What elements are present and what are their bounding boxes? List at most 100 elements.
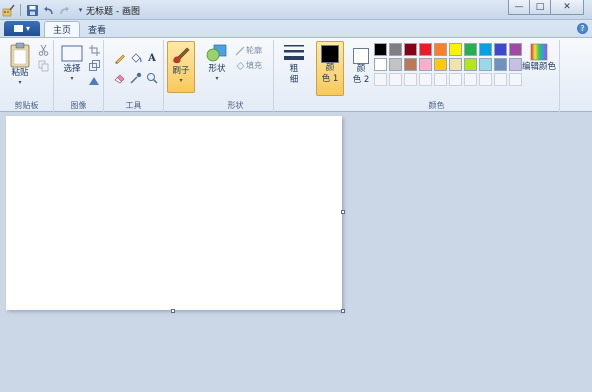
edit-colors-button[interactable]: 编辑颜色	[520, 42, 558, 73]
undo-icon[interactable]	[42, 4, 55, 17]
image-group-label: 图像	[70, 101, 87, 110]
qat-separator	[20, 4, 21, 16]
resize-icon[interactable]	[88, 59, 100, 71]
palette-swatch[interactable]	[464, 58, 477, 71]
palette-swatch[interactable]	[419, 58, 432, 71]
palette-swatch[interactable]	[479, 43, 492, 56]
palette-swatch[interactable]	[434, 58, 447, 71]
color-picker-icon[interactable]	[130, 72, 142, 84]
size-label-line2: 细	[289, 75, 299, 85]
outline-icon[interactable]	[234, 44, 246, 56]
fill-label[interactable]: 填充	[246, 60, 262, 71]
palette-swatch[interactable]	[509, 73, 522, 86]
chevron-down-icon: ▾	[179, 77, 183, 84]
title-bar: ▾ 无标题 - 画图 — □ ✕	[0, 0, 592, 20]
palette-swatch[interactable]	[449, 58, 462, 71]
palette-swatch[interactable]	[404, 73, 417, 86]
select-label: 选择	[63, 64, 81, 74]
palette-swatch[interactable]	[419, 43, 432, 56]
outline-label[interactable]: 轮廓	[246, 45, 262, 56]
palette-swatch[interactable]	[494, 73, 507, 86]
size-label-line1: 粗	[289, 64, 299, 74]
save-icon[interactable]	[26, 4, 39, 17]
tab-view[interactable]: 查看	[80, 21, 114, 37]
palette-swatch[interactable]	[374, 73, 387, 86]
palette-swatch[interactable]	[404, 43, 417, 56]
edit-colors-label: 编辑颜色	[521, 62, 556, 72]
select-button[interactable]: 选择 ▾	[58, 42, 86, 83]
copy-icon[interactable]	[37, 60, 49, 72]
close-button[interactable]: ✕	[550, 0, 584, 15]
group-colors: 颜 色 1 颜 色 2 编辑颜色 颜色	[314, 40, 560, 112]
palette-swatch[interactable]	[479, 58, 492, 71]
group-tools: A 工具	[104, 40, 164, 112]
palette-swatch[interactable]	[434, 73, 447, 86]
color2-button[interactable]: 颜 色 2	[347, 41, 375, 86]
paint-menu-button[interactable]: ▾	[4, 21, 40, 36]
minimize-button[interactable]: —	[508, 0, 530, 15]
resize-handle-corner[interactable]	[341, 309, 345, 313]
canvas-workspace[interactable]	[0, 112, 592, 392]
group-brushes: 刷子 ▾	[164, 40, 198, 112]
help-icon[interactable]: ?	[577, 23, 588, 34]
group-shapes: 形状 ▾ 轮廓 填充 形状	[198, 40, 274, 112]
crop-icon[interactable]	[88, 44, 100, 56]
colors-group-label: 颜色	[428, 101, 445, 110]
color1-label-line2: 色 1	[321, 74, 339, 84]
group-clipboard: 粘贴 ▾ 剪贴板	[0, 40, 54, 112]
text-tool-icon[interactable]: A	[146, 52, 158, 64]
palette-swatch[interactable]	[464, 43, 477, 56]
color1-label-line1: 颜	[325, 63, 335, 73]
ribbon-tab-row: ▾ 主页 查看 ?	[0, 20, 592, 37]
palette-swatch[interactable]	[494, 43, 507, 56]
cut-icon[interactable]	[37, 44, 49, 56]
paint-app-icon[interactable]	[2, 4, 15, 17]
palette-swatch[interactable]	[494, 58, 507, 71]
redo-icon[interactable]	[58, 4, 71, 17]
palette-swatch[interactable]	[434, 43, 447, 56]
window-title: 无标题 - 画图	[86, 7, 140, 17]
palette-swatch[interactable]	[464, 73, 477, 86]
resize-handle-right[interactable]	[341, 210, 345, 214]
fill-icon[interactable]	[234, 59, 246, 71]
palette-swatch[interactable]	[374, 43, 387, 56]
rotate-icon[interactable]	[88, 74, 100, 86]
palette-swatch[interactable]	[389, 73, 402, 86]
chevron-down-icon: ▾	[70, 75, 74, 82]
palette-swatch[interactable]	[374, 58, 387, 71]
color2-swatch	[353, 48, 369, 64]
tab-home[interactable]: 主页	[44, 21, 81, 37]
shapes-label: 形状	[208, 64, 226, 74]
palette-swatch[interactable]	[389, 58, 402, 71]
palette-swatch[interactable]	[419, 73, 432, 86]
shapes-button[interactable]: 形状 ▾	[202, 42, 232, 83]
palette-swatch[interactable]	[449, 73, 462, 86]
group-image: 选择 ▾ 图像	[54, 40, 104, 112]
drawing-canvas[interactable]	[6, 116, 342, 310]
brushes-button[interactable]: 刷子 ▾	[167, 41, 195, 93]
fill-bucket-icon[interactable]	[130, 52, 142, 64]
maximize-button[interactable]: □	[529, 0, 551, 15]
paste-label: 粘贴	[11, 68, 29, 78]
color-wheel-icon	[530, 43, 548, 61]
magnifier-icon[interactable]	[146, 72, 158, 84]
palette-swatch[interactable]	[449, 43, 462, 56]
color1-button[interactable]: 颜 色 1	[316, 41, 344, 96]
shapes-icon	[206, 44, 227, 62]
chevron-down-icon: ▾	[25, 24, 30, 33]
palette-swatch[interactable]	[389, 43, 402, 56]
palette-swatch[interactable]	[404, 58, 417, 71]
paste-button[interactable]: 粘贴 ▾	[6, 42, 34, 87]
tools-group-label: 工具	[125, 101, 142, 110]
eraser-icon[interactable]	[114, 72, 126, 84]
window-controls: — □ ✕	[508, 0, 584, 15]
pencil-icon[interactable]	[114, 52, 126, 64]
palette-swatch[interactable]	[479, 73, 492, 86]
color2-label-line1: 颜	[356, 64, 366, 74]
color2-label-line2: 色 2	[352, 75, 370, 85]
size-button[interactable]: 粗 细	[279, 42, 309, 86]
clipboard-icon	[10, 42, 30, 68]
color1-swatch	[321, 45, 339, 63]
line-size-icon	[284, 45, 304, 60]
resize-handle-bottom[interactable]	[171, 309, 175, 313]
